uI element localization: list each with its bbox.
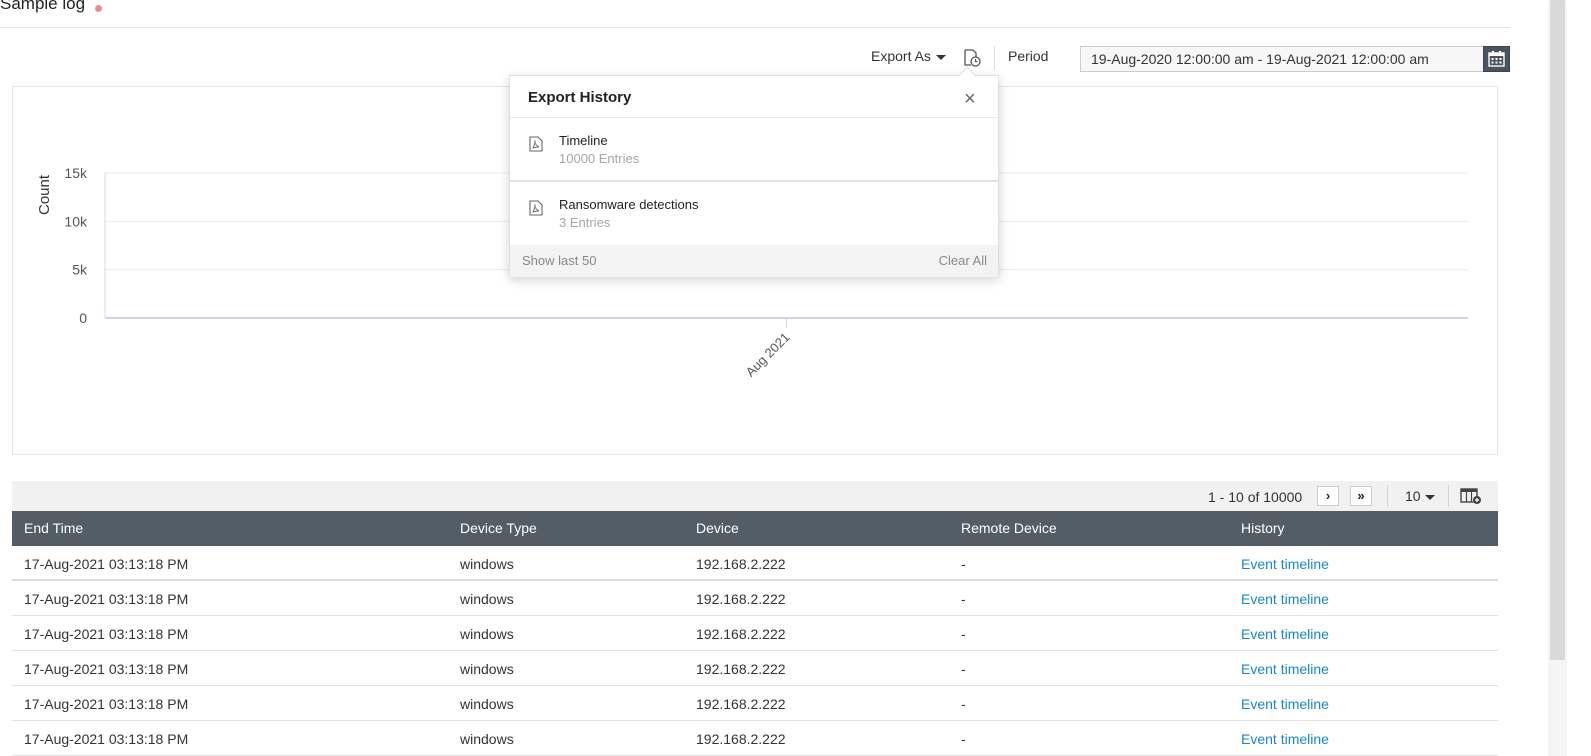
export-item-name: Timeline xyxy=(559,133,608,148)
cell-end-time: 17-Aug-2021 03:13:18 PM xyxy=(24,696,189,712)
cell-device-type: windows xyxy=(460,696,514,712)
cell-remote-device: - xyxy=(961,591,966,607)
export-item-name: Ransomware detections xyxy=(559,197,699,212)
next-page-button[interactable]: › xyxy=(1317,486,1339,506)
cell-device: 192.168.2.222 xyxy=(696,626,786,642)
table-row: 17-Aug-2021 03:13:18 PM windows 192.168.2.… xyxy=(12,546,1498,581)
cell-device-type: windows xyxy=(460,661,514,677)
toolbar-divider xyxy=(994,46,995,70)
cell-device-type: windows xyxy=(460,731,514,747)
column-header-end-time[interactable]: End Time xyxy=(24,520,83,536)
caret-down-icon xyxy=(1424,494,1435,500)
event-timeline-link[interactable]: Event timeline xyxy=(1241,556,1329,572)
cell-device-type: windows xyxy=(460,556,514,572)
table-row: 17-Aug-2021 03:13:18 PM windows 192.168.2.… xyxy=(12,616,1498,651)
table-row: 17-Aug-2021 03:13:18 PM windows 192.168.2.… xyxy=(12,581,1498,616)
cell-end-time: 17-Aug-2021 03:13:18 PM xyxy=(24,591,189,607)
table-row: 17-Aug-2021 03:13:18 PM windows 192.168.2.… xyxy=(12,651,1498,686)
cell-device-type: windows xyxy=(460,626,514,642)
column-header-history[interactable]: History xyxy=(1241,520,1285,536)
export-item-count: 10000 Entries xyxy=(559,151,640,166)
column-header-remote-device[interactable]: Remote Device xyxy=(961,520,1057,536)
export-as-dropdown[interactable]: Export As xyxy=(871,48,946,64)
cell-remote-device: - xyxy=(961,661,966,677)
cell-remote-device: - xyxy=(961,626,966,642)
table-row: 17-Aug-2021 03:13:18 PM windows 192.168.2.… xyxy=(12,721,1498,756)
event-timeline-link[interactable]: Event timeline xyxy=(1241,731,1329,747)
export-history-popup: Export History × Timeline 10000 Entries … xyxy=(509,66,999,277)
period-label: Period xyxy=(1008,48,1049,64)
pdf-file-icon xyxy=(529,136,543,152)
event-timeline-link[interactable]: Event timeline xyxy=(1241,626,1329,642)
popup-arrow xyxy=(958,66,976,84)
column-header-device-type[interactable]: Device Type xyxy=(460,520,537,536)
close-icon[interactable]: × xyxy=(964,89,976,109)
y-tick-label: 5k xyxy=(72,262,88,278)
title-bar: Sample log xyxy=(0,0,1510,28)
event-timeline-link[interactable]: Event timeline xyxy=(1241,591,1329,607)
pager-divider xyxy=(1448,485,1449,507)
cell-device: 192.168.2.222 xyxy=(696,556,786,572)
show-last-link[interactable]: Show last 50 xyxy=(522,253,596,268)
page-size-dropdown[interactable]: 10 xyxy=(1405,488,1435,504)
popup-title: Export History xyxy=(528,89,632,106)
export-as-label: Export As xyxy=(871,48,931,64)
y-tick-label: 15k xyxy=(64,165,88,181)
period-input[interactable] xyxy=(1080,46,1484,72)
page-title: Sample log xyxy=(0,0,86,13)
column-header-device[interactable]: Device xyxy=(696,520,739,536)
cell-device-type: windows xyxy=(460,591,514,607)
pager-divider xyxy=(1387,485,1388,507)
popup-footer: Show last 50 Clear All xyxy=(510,245,998,277)
cell-device: 192.168.2.222 xyxy=(696,696,786,712)
pager-range: 1 - 10 of 10000 xyxy=(1208,489,1303,505)
cell-remote-device: - xyxy=(961,731,966,747)
cell-remote-device: - xyxy=(961,696,966,712)
pdf-file-icon xyxy=(529,200,543,216)
cell-device: 192.168.2.222 xyxy=(696,591,786,607)
clear-all-link[interactable]: Clear All xyxy=(939,253,987,268)
calendar-icon[interactable] xyxy=(1483,46,1510,72)
sample-log-page: Sample log Export As Period 0 5k 10k 15k Cou… xyxy=(0,0,1591,756)
pager-bar: 1 - 10 of 10000 › » 10 xyxy=(12,481,1498,511)
scrollbar-thumb[interactable] xyxy=(1550,0,1565,660)
y-tick-label: 10k xyxy=(64,213,88,229)
cell-end-time: 17-Aug-2021 03:13:18 PM xyxy=(24,661,189,677)
cell-device: 192.168.2.222 xyxy=(696,731,786,747)
export-history-item[interactable]: Timeline 10000 Entries xyxy=(510,118,998,181)
export-history-icon[interactable] xyxy=(962,48,982,68)
caret-down-icon xyxy=(935,54,946,60)
table-header: End Time Device Type Device Remote Devic… xyxy=(12,511,1498,546)
cell-end-time: 17-Aug-2021 03:13:18 PM xyxy=(24,556,189,572)
y-tick-label: 0 xyxy=(79,310,87,326)
cell-device: 192.168.2.222 xyxy=(696,661,786,677)
table-row: 17-Aug-2021 03:13:18 PM windows 192.168.2.… xyxy=(12,686,1498,721)
page-size-value: 10 xyxy=(1405,488,1421,504)
status-dot xyxy=(95,5,102,12)
cell-remote-device: - xyxy=(961,556,966,572)
x-tick-label: Aug 2021 xyxy=(743,330,793,380)
column-chooser-icon[interactable] xyxy=(1460,487,1482,505)
cell-end-time: 17-Aug-2021 03:13:18 PM xyxy=(24,731,189,747)
export-history-item[interactable]: Ransomware detections 3 Entries xyxy=(510,182,998,245)
event-timeline-link[interactable]: Event timeline xyxy=(1241,661,1329,677)
y-axis-label: Count xyxy=(36,174,53,215)
export-item-count: 3 Entries xyxy=(559,215,611,230)
cell-end-time: 17-Aug-2021 03:13:18 PM xyxy=(24,626,189,642)
event-timeline-link[interactable]: Event timeline xyxy=(1241,696,1329,712)
last-page-button[interactable]: » xyxy=(1350,486,1372,506)
